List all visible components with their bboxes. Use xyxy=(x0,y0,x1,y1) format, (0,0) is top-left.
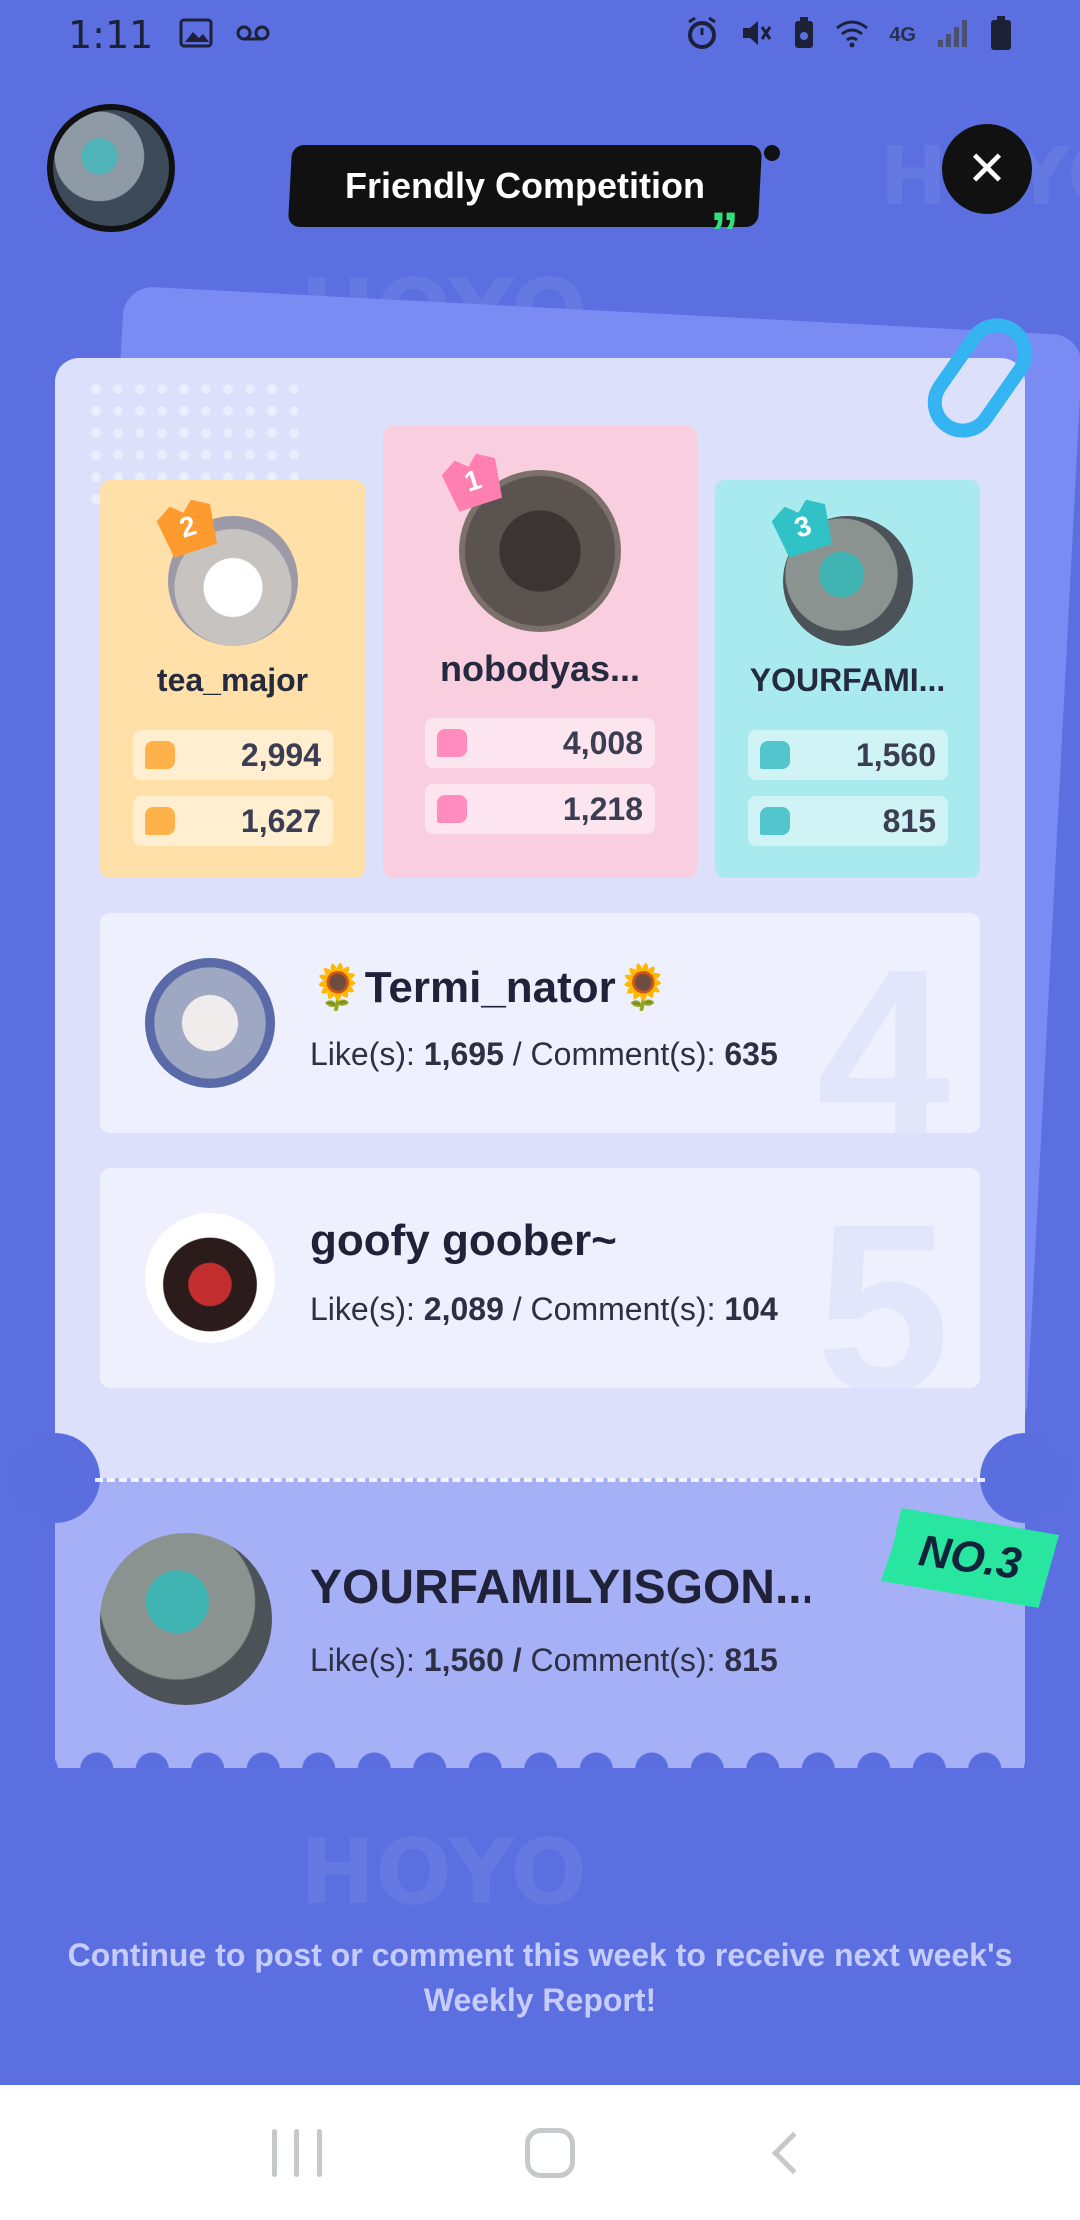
podium-third-place[interactable]: 3 YOURFAMI... 1,560 815 xyxy=(715,480,980,878)
podium-first-place[interactable]: 1 nobodyas... 4,008 1,218 xyxy=(383,426,697,878)
podium-username: nobodyas... xyxy=(439,648,641,689)
comments-count: 1,218 xyxy=(425,784,655,834)
home-button[interactable] xyxy=(524,2127,575,2178)
voicemail-icon xyxy=(235,23,271,48)
avatar[interactable] xyxy=(100,1533,272,1705)
footer-message: Continue to post or comment this week to… xyxy=(67,1937,1013,2018)
comment-icon xyxy=(760,807,790,835)
list-item[interactable]: 4 🌻Termi_nator🌻 Like(s): 1,695 / Comment… xyxy=(100,913,980,1133)
scalloped-edge xyxy=(55,1747,1025,1769)
podium-username: YOURFAMI... xyxy=(749,662,946,698)
comment-icon xyxy=(437,795,467,823)
my-username: YOURFAMILYISGON... xyxy=(310,1561,810,1614)
avatar[interactable] xyxy=(145,958,275,1088)
podium-second-place[interactable]: 2 tea_major 2,994 1,627 xyxy=(100,480,365,878)
page-title: Friendly Competition xyxy=(345,165,705,206)
podium-username: tea_major xyxy=(156,662,309,698)
photo-icon xyxy=(179,18,213,53)
battery-saver-icon xyxy=(793,16,815,55)
alarm-icon xyxy=(685,16,719,55)
page-title-banner: Friendly Competition ” xyxy=(287,145,780,263)
back-button[interactable] xyxy=(772,2131,815,2174)
leaderboard-panel: 2 tea_major 2,994 1,627 1 nobodyas... 4,… xyxy=(55,358,1025,1478)
comments-count: 815 xyxy=(748,796,948,846)
ticket-notch xyxy=(980,1433,1070,1523)
like-icon xyxy=(760,741,790,769)
likes-count: 4,008 xyxy=(425,718,655,768)
my-stats: Like(s): 1,560 / Comment(s): 815 xyxy=(310,1642,778,1678)
recent-apps-button[interactable] xyxy=(271,2128,322,2177)
rank-number: 4 xyxy=(816,919,950,1133)
list-item[interactable]: 5 goofy goober~ Like(s): 2,089 / Comment… xyxy=(100,1168,980,1388)
status-time: 1:11 xyxy=(68,13,154,57)
wifi-icon xyxy=(835,18,869,53)
comments-count: 1,627 xyxy=(133,796,333,846)
comment-icon xyxy=(145,807,175,835)
divider xyxy=(95,1478,985,1482)
decorative-dot xyxy=(764,145,780,161)
likes-count: 2,994 xyxy=(133,730,333,780)
status-bar: 1:11 4G xyxy=(0,0,1080,70)
mute-icon xyxy=(739,16,773,55)
list-item-stats: Like(s): 1,695 / Comment(s): 635 xyxy=(310,1036,778,1072)
likes-count: 1,560 xyxy=(748,730,948,780)
rank-number: 5 xyxy=(816,1174,950,1388)
list-item-username: 🌻Termi_nator🌻 xyxy=(310,963,671,1012)
avatar[interactable] xyxy=(145,1213,275,1343)
list-item-stats: Like(s): 2,089 / Comment(s): 104 xyxy=(310,1291,778,1327)
battery-icon xyxy=(990,15,1012,56)
competition-card: 2 tea_major 2,994 1,627 1 nobodyas... 4,… xyxy=(10,304,1070,1769)
my-ranking-panel: YOURFAMILYISGON... Like(s): 1,560 / Comm… xyxy=(10,1433,1070,1769)
close-button[interactable]: ✕ xyxy=(942,124,1032,214)
close-icon: ✕ xyxy=(966,141,1008,197)
signal-icon xyxy=(936,18,970,53)
ticket-notch xyxy=(10,1433,100,1523)
quote-icon: ” xyxy=(710,201,739,266)
hoyolab-watermark: HOYO xyxy=(300,1820,588,1925)
network-type-label: 4G xyxy=(889,23,916,46)
list-item-username: goofy goober~ xyxy=(310,1216,617,1265)
navigation-bar xyxy=(0,2085,1080,2220)
like-icon xyxy=(437,729,467,757)
profile-avatar[interactable] xyxy=(47,104,175,232)
like-icon xyxy=(145,741,175,769)
